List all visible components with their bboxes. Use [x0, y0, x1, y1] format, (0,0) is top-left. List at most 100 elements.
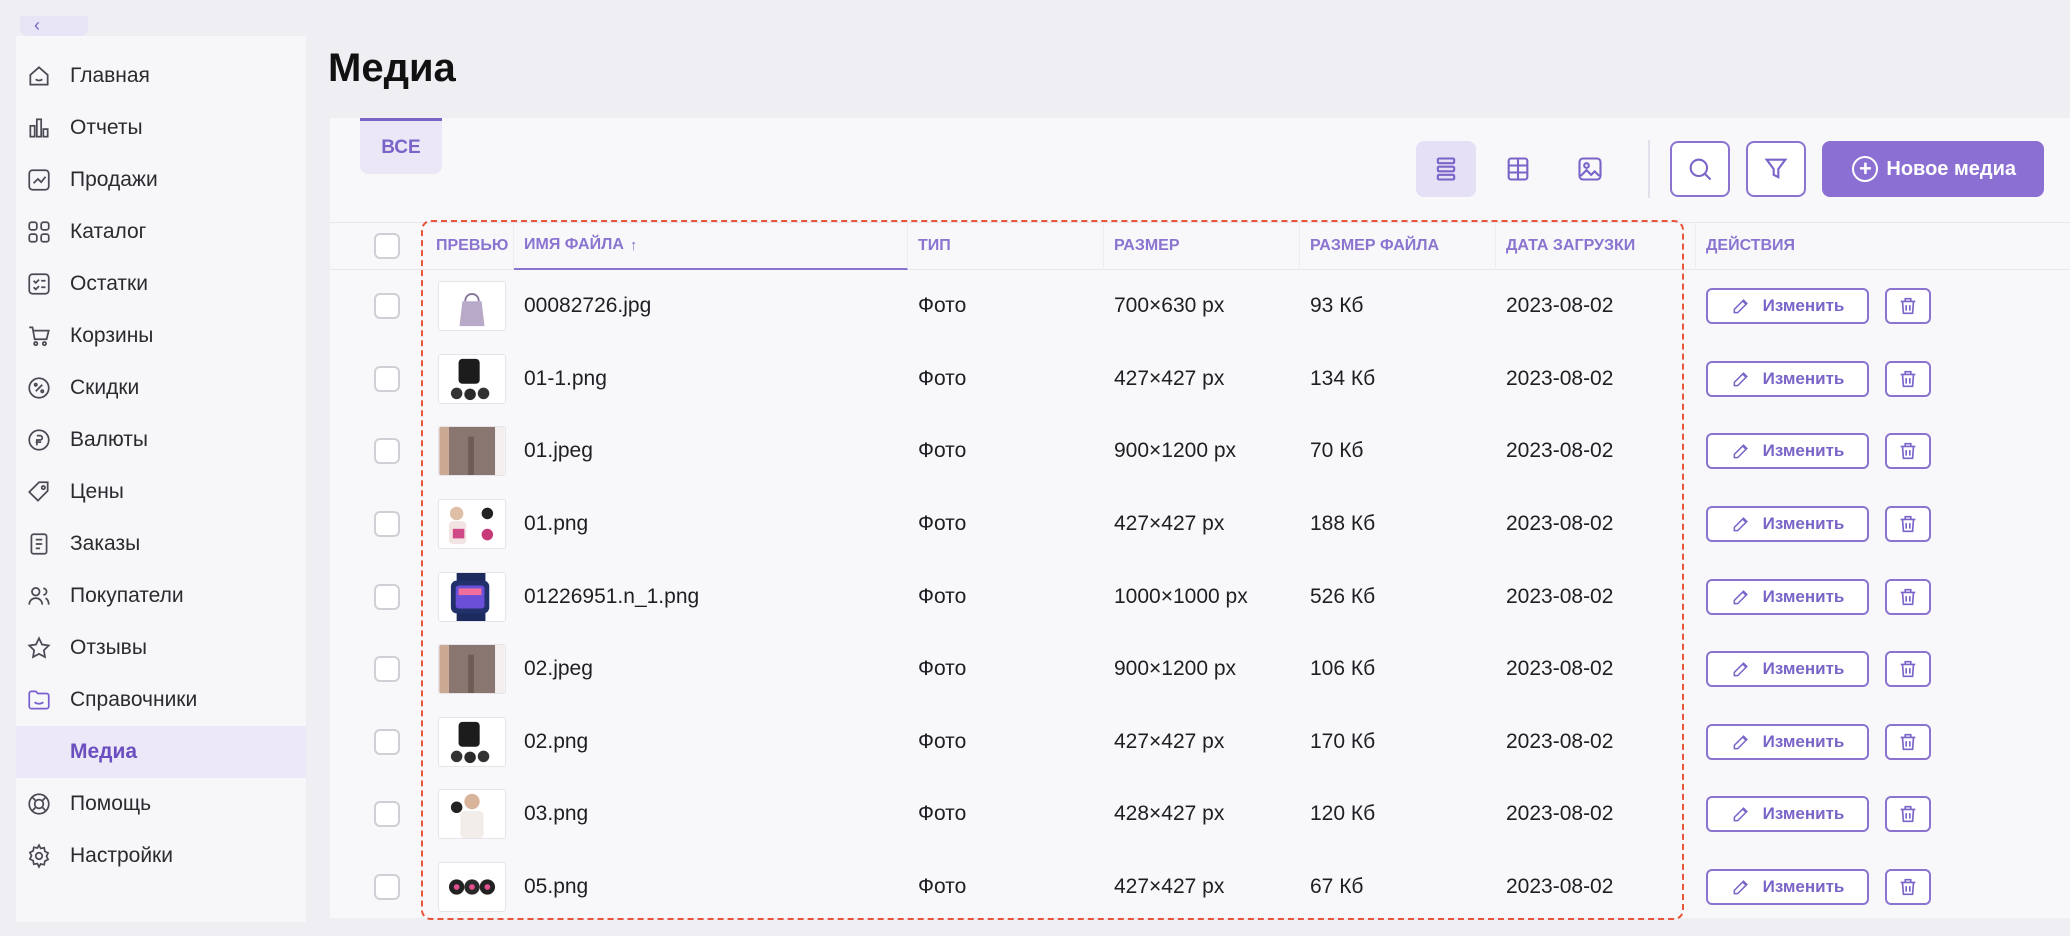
actions-cell: Изменить: [1696, 651, 2070, 688]
delete-button[interactable]: [1885, 651, 1931, 688]
row-checkbox[interactable]: [374, 583, 400, 610]
row-checkbox[interactable]: [374, 656, 400, 683]
filter-button[interactable]: [1746, 141, 1807, 197]
col-type[interactable]: ТИП: [908, 222, 1104, 270]
sidebar-item-5[interactable]: Корзины: [16, 310, 306, 362]
pencil-icon: [1733, 299, 1748, 314]
search-button[interactable]: [1670, 141, 1731, 197]
media-thumbnail[interactable]: [438, 426, 506, 477]
row-select-cell: [330, 293, 428, 320]
row-checkbox[interactable]: [374, 511, 400, 538]
list-view-button[interactable]: [1416, 141, 1477, 197]
sidebar-item-label: Каталог: [70, 220, 147, 243]
filesize-cell: 170 Кб: [1310, 729, 1376, 753]
media-thumbnail[interactable]: [438, 789, 506, 840]
edit-button[interactable]: Изменить: [1706, 723, 1869, 760]
type-cell: Фото: [918, 657, 967, 681]
row-checkbox[interactable]: [374, 801, 400, 828]
edit-button[interactable]: Изменить: [1706, 288, 1869, 325]
sidebar-item-3[interactable]: Каталог: [16, 206, 306, 258]
sidebar-item-6[interactable]: Скидки: [16, 362, 306, 414]
table-row: 01-1.png Фото 427×427 px 134 Кб 2023-08-02 Из…: [330, 343, 2070, 416]
image-view-button[interactable]: [1560, 141, 1620, 197]
col-filename[interactable]: ИМЯ ФАЙЛА ↑: [514, 222, 908, 270]
col-filesize[interactable]: РАЗМЕР ФАЙЛА: [1300, 222, 1496, 270]
delete-button[interactable]: [1885, 288, 1931, 325]
delete-button[interactable]: [1885, 869, 1931, 906]
sidebar-item-label: Корзины: [70, 324, 154, 347]
filesize-cell: 106 Кб: [1310, 657, 1376, 681]
sidebar-item-label: Валюты: [70, 428, 148, 451]
edit-button[interactable]: Изменить: [1706, 869, 1869, 906]
delete-button[interactable]: [1885, 433, 1931, 470]
col-size[interactable]: РАЗМЕР: [1104, 222, 1300, 270]
edit-button[interactable]: Изменить: [1706, 796, 1869, 833]
media-thumbnail[interactable]: [438, 499, 506, 550]
preview-cell: [428, 789, 514, 840]
dimensions-cell: 900×1200 px: [1114, 657, 1237, 681]
edit-button-label: Изменить: [1762, 586, 1845, 606]
sidebar-item-12[interactable]: Справочники: [16, 674, 306, 726]
actions-cell: Изменить: [1696, 723, 2070, 760]
delete-button[interactable]: [1885, 723, 1931, 760]
col-date[interactable]: ДАТА ЗАГРУЗКИ: [1496, 222, 1696, 270]
delete-button[interactable]: [1885, 578, 1931, 615]
sidebar-item-8[interactable]: Цены: [16, 466, 306, 518]
edit-button[interactable]: Изменить: [1706, 360, 1869, 397]
sidebar-item-11[interactable]: Отзывы: [16, 622, 306, 674]
row-checkbox[interactable]: [374, 874, 400, 901]
sidebar-item-13[interactable]: Медиа: [16, 726, 306, 778]
col-filename-label: ИМЯ ФАЙЛА: [524, 236, 624, 253]
type-cell: Фото: [918, 802, 967, 826]
delete-button[interactable]: [1885, 360, 1931, 397]
bar-chart-icon: [26, 115, 52, 141]
plus-circle-icon: +: [1852, 156, 1879, 182]
select-all-checkbox[interactable]: [374, 233, 400, 259]
row-checkbox[interactable]: [374, 728, 400, 755]
sidebar-item-label: Настройки: [70, 844, 173, 867]
delete-button[interactable]: [1885, 506, 1931, 543]
media-thumbnail[interactable]: [438, 281, 506, 332]
edit-button[interactable]: Изменить: [1706, 578, 1869, 615]
row-checkbox[interactable]: [374, 293, 400, 320]
tab-all[interactable]: ВСЕ: [360, 118, 442, 174]
dimensions-cell: 1000×1000 px: [1114, 584, 1248, 608]
sidebar-item-9[interactable]: Заказы: [16, 518, 306, 570]
row-select-cell: [330, 728, 428, 755]
edit-button-label: Изменить: [1762, 441, 1845, 461]
media-thumbnail[interactable]: [438, 716, 506, 767]
star-icon: [26, 635, 52, 661]
media-thumbnail[interactable]: [438, 571, 506, 622]
sidebar-item-1[interactable]: Отчеты: [16, 102, 306, 154]
sidebar-item-4[interactable]: Остатки: [16, 258, 306, 310]
sidebar-item-14[interactable]: Помощь: [16, 778, 306, 830]
sort-asc-icon: ↑: [629, 236, 638, 254]
sidebar-item-2[interactable]: Продажи: [16, 154, 306, 206]
filename-cell: 01-1.png: [524, 366, 607, 390]
media-thumbnail[interactable]: [438, 644, 506, 695]
edit-button[interactable]: Изменить: [1706, 433, 1869, 470]
row-checkbox[interactable]: [374, 438, 400, 465]
row-select-cell: [330, 874, 428, 901]
media-thumbnail[interactable]: [438, 862, 506, 913]
new-media-button[interactable]: + Новое медиа: [1822, 141, 2044, 197]
grid-view-button[interactable]: [1488, 141, 1548, 197]
sidebar-item-0[interactable]: Главная: [16, 50, 306, 102]
actions-cell: Изменить: [1696, 869, 2070, 906]
col-actions: ДЕЙСТВИЯ: [1706, 237, 1796, 254]
pencil-icon: [1733, 880, 1748, 895]
sidebar-item-7[interactable]: Валюты: [16, 414, 306, 466]
sidebar-item-10[interactable]: Покупатели: [16, 570, 306, 622]
filesize-cell: 134 Кб: [1310, 366, 1376, 390]
dimensions-cell: 427×427 px: [1114, 512, 1225, 536]
edit-button[interactable]: Изменить: [1706, 651, 1869, 688]
media-panel: ВСЕ + Новое медиа ПРЕВЬЮ ИМЯ ФАЙЛА ↑ ТИП…: [330, 118, 2070, 918]
row-checkbox[interactable]: [374, 365, 400, 392]
sidebar-nav: Главная Отчеты Продажи Каталог Остатки Корзин…: [16, 36, 306, 882]
sidebar-item-15[interactable]: Настройки: [16, 830, 306, 882]
edit-button[interactable]: Изменить: [1706, 506, 1869, 543]
sidebar-collapse-button[interactable]: ‹: [20, 16, 88, 36]
tab-bar: ВСЕ: [360, 118, 442, 174]
delete-button[interactable]: [1885, 796, 1931, 833]
media-thumbnail[interactable]: [438, 353, 506, 404]
